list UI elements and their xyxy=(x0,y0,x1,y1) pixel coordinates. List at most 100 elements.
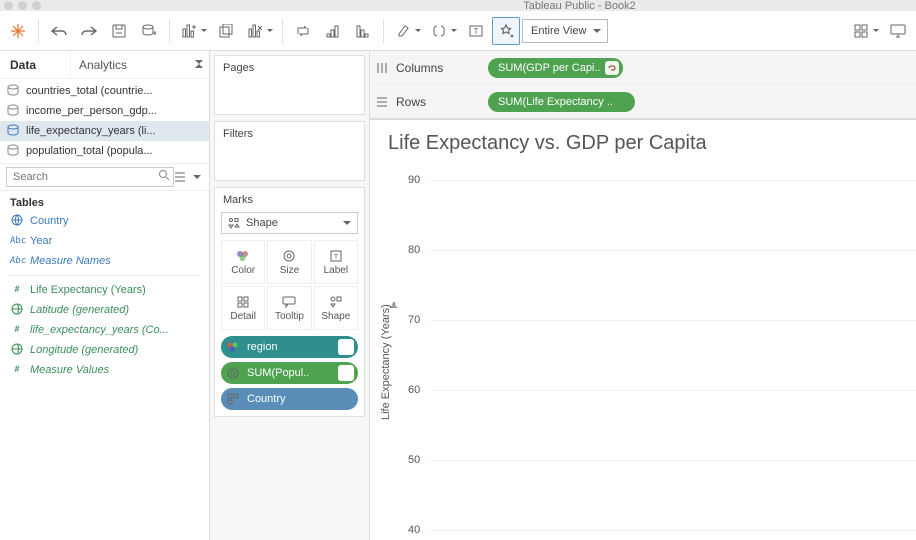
redo-icon[interactable] xyxy=(75,17,103,45)
tab-analytics[interactable]: Analytics xyxy=(70,51,209,78)
y-axis-label: Life Expectancy (Years) xyxy=(380,304,392,420)
minimize-window-dot[interactable] xyxy=(18,1,27,10)
toolbar: T Entire View xyxy=(0,11,916,51)
mark-pill-population[interactable]: SUM(Popul.. xyxy=(221,362,358,384)
new-sheet-icon[interactable] xyxy=(176,17,210,45)
marks-label-button[interactable]: T Label xyxy=(314,240,358,284)
gridline xyxy=(430,180,916,181)
y-tick: 90 xyxy=(408,174,420,186)
pages-card[interactable]: Pages xyxy=(214,55,365,115)
field-measure[interactable]: # life_expectancy_years (Co... xyxy=(0,320,209,340)
fit-selector-label: Entire View xyxy=(531,25,586,37)
clear-sheet-icon[interactable] xyxy=(242,17,276,45)
abc-icon: Abc xyxy=(10,256,24,266)
svg-text:T: T xyxy=(334,254,339,261)
tableau-logo-icon[interactable] xyxy=(4,17,32,45)
presentation-mode-icon[interactable] xyxy=(884,17,912,45)
window-titlebar: Tableau Public - Book2 xyxy=(0,0,916,11)
y-tick: 60 xyxy=(408,384,420,396)
datasource-item[interactable]: population_total (popula... xyxy=(0,141,209,161)
pill-link-icon[interactable] xyxy=(605,61,619,75)
columns-pill[interactable]: SUM(GDP per Capi.. xyxy=(488,58,623,78)
zoom-window-dot[interactable] xyxy=(32,1,41,10)
gridline xyxy=(430,320,916,321)
mark-type-selector[interactable]: Shape xyxy=(221,212,358,234)
divider xyxy=(8,275,201,276)
globe-icon xyxy=(10,303,24,318)
marks-card: Marks Shape Color Size T Label xyxy=(214,187,365,417)
columns-shelf[interactable]: Columns SUM(GDP per Capi.. xyxy=(370,51,916,85)
swap-axes-icon[interactable] xyxy=(289,17,317,45)
abc-icon: Abc xyxy=(10,236,24,246)
field-dimension[interactable]: Abc Measure Names xyxy=(0,251,209,271)
globe-icon xyxy=(10,214,24,229)
marks-shape-button[interactable]: Shape xyxy=(314,286,358,330)
rows-label: Rows xyxy=(396,95,426,109)
marks-tooltip-button[interactable]: Tooltip xyxy=(267,286,311,330)
datasource-item-selected[interactable]: life_expectancy_years (li... xyxy=(0,121,209,141)
color-encoding-icon xyxy=(223,337,243,357)
viz-canvas[interactable]: Life Expectancy vs. GDP per Capita Life … xyxy=(370,120,916,540)
search-input[interactable] xyxy=(6,167,174,187)
datasource-item[interactable]: income_per_person_gdp... xyxy=(0,101,209,121)
columns-icon xyxy=(376,62,388,74)
filters-card[interactable]: Filters xyxy=(214,121,365,181)
new-datasource-icon[interactable] xyxy=(135,17,163,45)
shelves: Columns SUM(GDP per Capi.. Rows SUM(Life… xyxy=(370,51,916,120)
tab-data[interactable]: Data xyxy=(0,51,70,78)
field-list-view-icon[interactable] xyxy=(174,168,187,186)
window-controls xyxy=(4,1,41,10)
sort-desc-icon[interactable] xyxy=(349,17,377,45)
sort-asc-icon[interactable] xyxy=(319,17,347,45)
field-dimension[interactable]: Abc Year xyxy=(0,231,209,251)
marks-detail-button[interactable]: Detail xyxy=(221,286,265,330)
gridline xyxy=(430,460,916,461)
field-measure[interactable]: # Measure Values xyxy=(0,360,209,380)
marks-label: Marks xyxy=(215,188,364,212)
hash-icon: # xyxy=(10,365,24,375)
detail-encoding-icon xyxy=(223,389,243,409)
field-measure[interactable]: Longitude (generated) xyxy=(0,340,209,360)
field-measure[interactable]: # Life Expectancy (Years) xyxy=(0,280,209,300)
rows-pill[interactable]: SUM(Life Expectancy .. xyxy=(488,92,635,112)
rows-shelf[interactable]: Rows SUM(Life Expectancy .. xyxy=(370,85,916,119)
pill-link-icon[interactable] xyxy=(338,339,354,355)
field-list-menu-icon[interactable] xyxy=(191,168,204,186)
duplicate-sheet-icon[interactable] xyxy=(212,17,240,45)
highlight-icon[interactable] xyxy=(390,17,424,45)
marks-color-button[interactable]: Color xyxy=(221,240,265,284)
labels-icon[interactable]: T xyxy=(462,17,490,45)
y-tick: 70 xyxy=(408,314,420,326)
mark-pill-region[interactable]: region xyxy=(221,336,358,358)
show-me-icon[interactable] xyxy=(848,17,882,45)
pill-link-icon[interactable] xyxy=(338,365,354,381)
datasource-list: countries_total (countrie... income_per_… xyxy=(0,79,209,163)
data-pane: Data Analytics countries_total (countrie… xyxy=(0,51,210,540)
cards-pane: Pages Filters Marks Shape Color Size xyxy=(210,51,370,540)
datasource-item[interactable]: countries_total (countrie... xyxy=(0,81,209,101)
viz-title[interactable]: Life Expectancy vs. GDP per Capita xyxy=(370,120,916,163)
fix-axes-icon[interactable] xyxy=(492,17,520,45)
pages-label: Pages xyxy=(215,56,364,80)
field-dimension[interactable]: Country xyxy=(0,211,209,231)
marks-size-button[interactable]: Size xyxy=(267,240,311,284)
y-tick: 40 xyxy=(408,524,420,536)
close-window-dot[interactable] xyxy=(4,1,13,10)
rows-icon xyxy=(376,96,388,108)
fit-selector[interactable]: Entire View xyxy=(522,19,608,43)
gridline xyxy=(430,390,916,391)
globe-icon xyxy=(10,343,24,358)
columns-label: Columns xyxy=(396,61,443,75)
field-measure[interactable]: Latitude (generated) xyxy=(0,300,209,320)
y-tick: 50 xyxy=(408,454,420,466)
hash-icon: # xyxy=(10,325,24,335)
gridline xyxy=(430,530,916,531)
mark-pill-country[interactable]: Country xyxy=(221,388,358,410)
hash-icon: # xyxy=(10,285,24,295)
svg-text:T: T xyxy=(474,27,479,36)
size-encoding-icon xyxy=(223,363,243,383)
y-tick: 80 xyxy=(408,244,420,256)
undo-icon[interactable] xyxy=(45,17,73,45)
save-icon[interactable] xyxy=(105,17,133,45)
group-icon[interactable] xyxy=(426,17,460,45)
